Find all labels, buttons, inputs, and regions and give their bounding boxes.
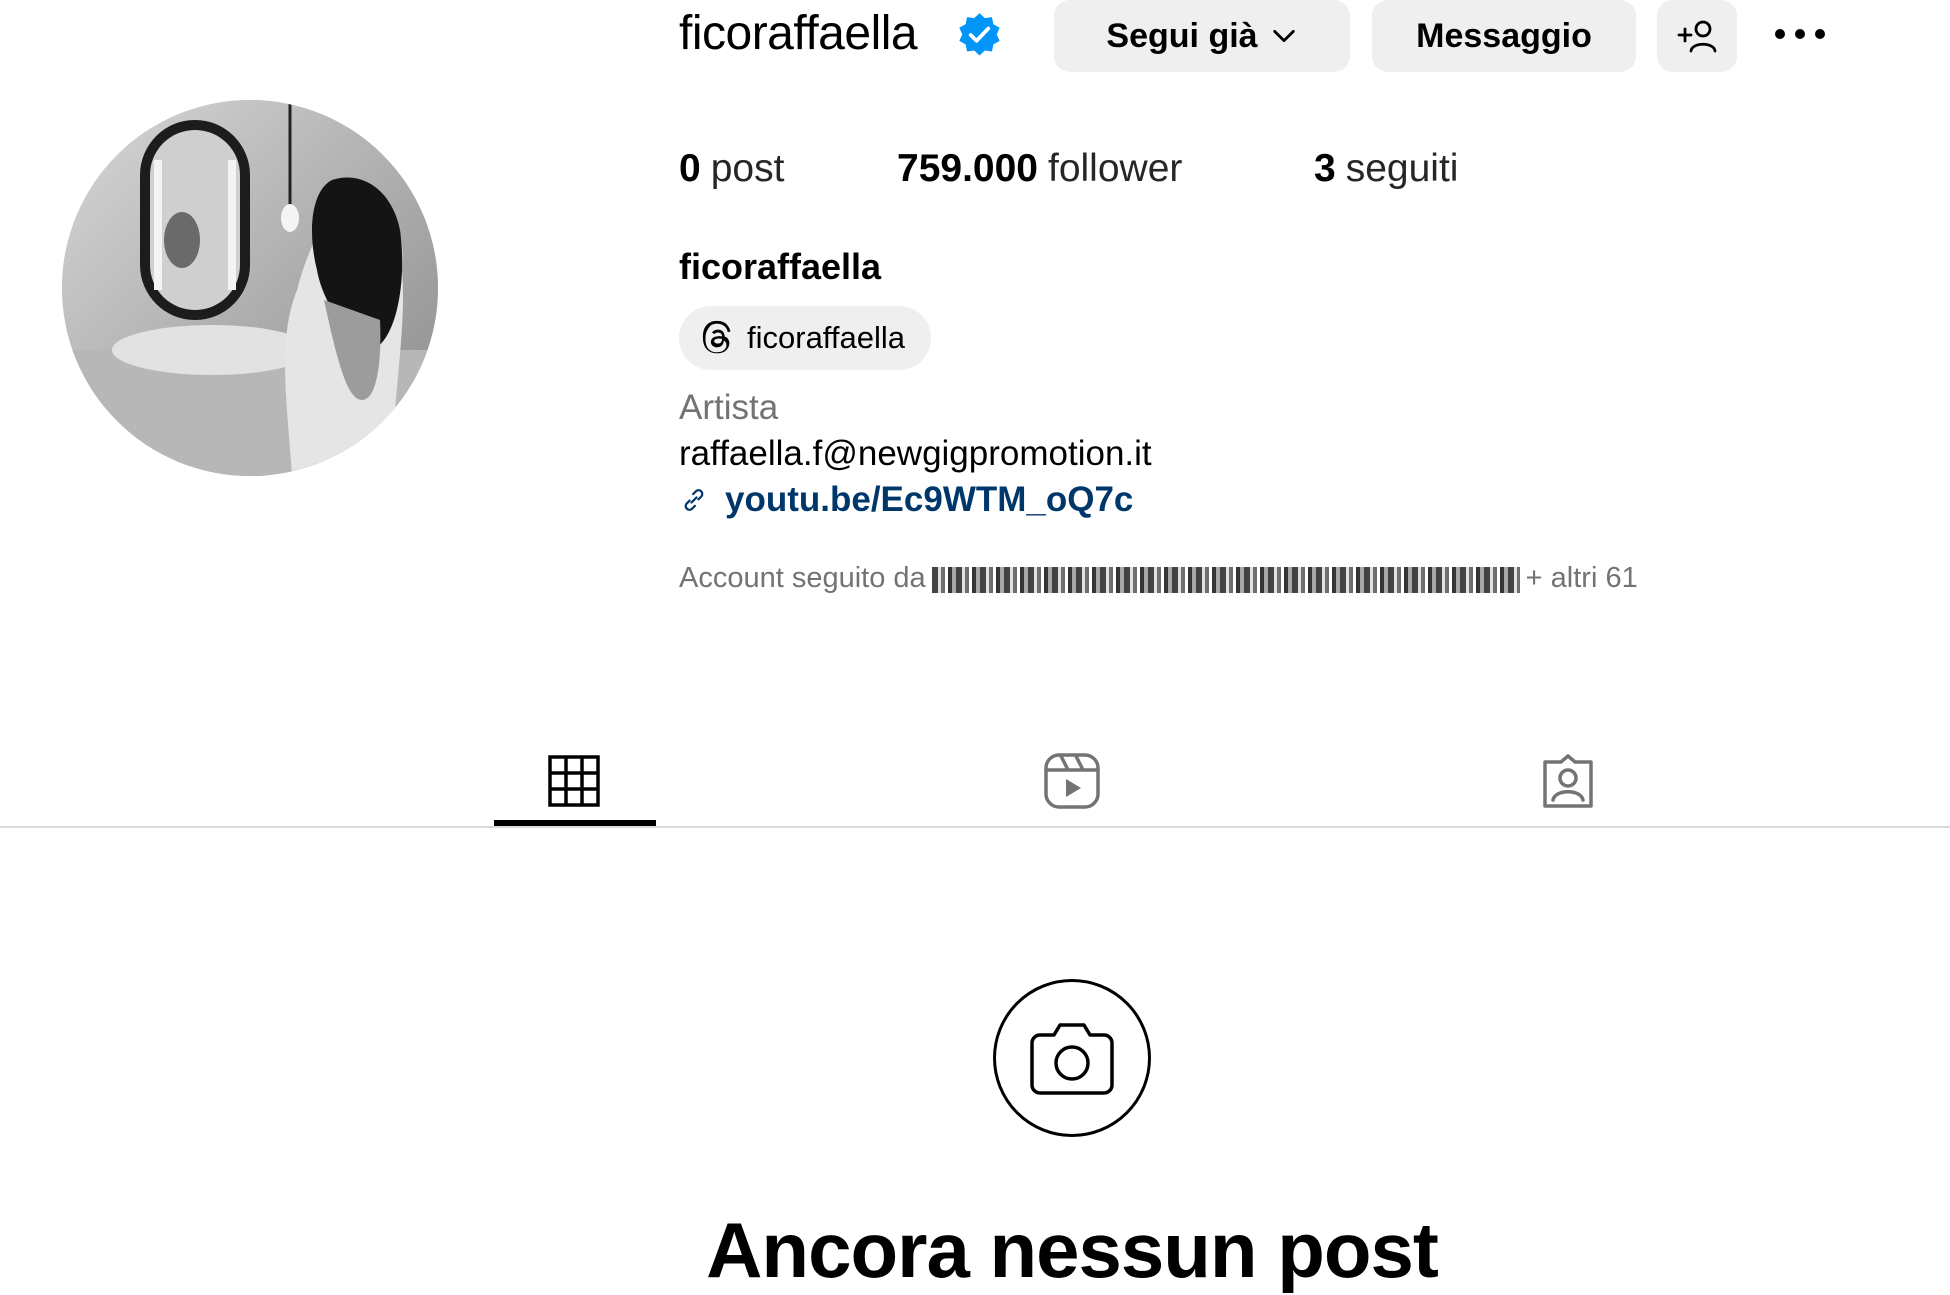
empty-state-icon [993, 979, 1151, 1137]
more-options-icon [1775, 29, 1785, 39]
verified-badge-icon [959, 13, 1000, 56]
followed-by-text[interactable]: Account seguito da + altri 61 [679, 558, 1638, 598]
profile-category: Artista [679, 388, 779, 427]
posts-label: post [710, 147, 785, 190]
threads-badge[interactable]: ficoraffaella [679, 306, 931, 370]
tagged-icon [1543, 754, 1593, 808]
more-options-button[interactable] [1760, 8, 1840, 60]
posts-count-stat: 0 post [679, 144, 784, 194]
chevron-down-icon [1272, 29, 1295, 43]
bio-link[interactable]: youtu.be/Ec9WTM_oQ7c [725, 476, 1133, 524]
message-button[interactable]: Messaggio [1372, 0, 1636, 72]
tab-posts[interactable] [494, 736, 654, 826]
followers-stat[interactable]: 759.000 follower [897, 144, 1182, 194]
more-dot [1815, 29, 1825, 39]
threads-icon [702, 320, 731, 354]
profile-avatar[interactable] [62, 100, 438, 476]
following-count: 3 [1314, 147, 1336, 190]
link-icon [684, 489, 704, 511]
active-tab-indicator [494, 820, 656, 826]
followers-label: follower [1047, 147, 1183, 190]
bio-email: raffaella.f@newgigpromotion.it [679, 434, 1152, 473]
empty-state-title: Ancora nessun post [706, 1206, 1439, 1294]
tab-bar-divider [0, 826, 1950, 828]
followed-by-suffix: + altri 61 [1525, 562, 1638, 594]
suggested-users-button[interactable] [1657, 0, 1737, 72]
add-user-icon [1677, 20, 1717, 53]
following-stat[interactable]: 3 seguiti [1314, 144, 1458, 194]
following-label: seguiti [1345, 147, 1459, 190]
more-dot [1795, 29, 1805, 39]
redacted-usernames [931, 567, 1520, 593]
message-button-label: Messaggio [1416, 16, 1592, 55]
reels-icon [1044, 753, 1100, 809]
followers-count: 759.000 [897, 147, 1038, 190]
grid-icon [548, 755, 600, 807]
threads-handle: ficoraffaella [747, 320, 905, 355]
bio-link-row[interactable]: youtu.be/Ec9WTM_oQ7c [679, 476, 1133, 524]
tab-reels[interactable] [992, 736, 1152, 826]
following-button-label: Segui già [1106, 16, 1258, 55]
profile-username: ficoraffaella [679, 7, 918, 60]
posts-count: 0 [679, 147, 701, 190]
tab-tagged[interactable] [1488, 736, 1648, 826]
following-button[interactable]: Segui già [1054, 0, 1350, 72]
avatar-photo [62, 100, 438, 476]
profile-full-name: ficoraffaella [679, 246, 882, 287]
camera-icon [1030, 1023, 1114, 1095]
followed-by-prefix: Account seguito da [679, 562, 926, 594]
